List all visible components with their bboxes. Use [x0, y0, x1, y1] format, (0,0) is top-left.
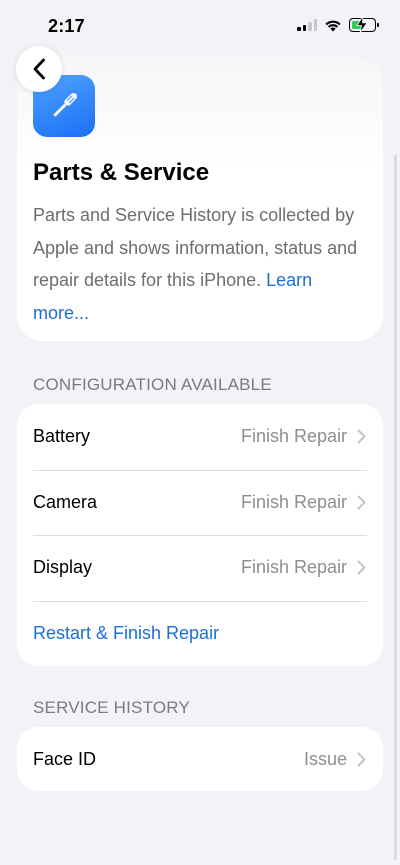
- page-description: Parts and Service History is collected b…: [33, 199, 369, 329]
- row-camera[interactable]: Camera Finish Repair: [17, 469, 383, 536]
- back-chevron-icon: [33, 58, 45, 80]
- back-button[interactable]: [16, 46, 62, 92]
- row-display[interactable]: Display Finish Repair: [17, 535, 383, 601]
- scroll-indicator[interactable]: [394, 155, 397, 860]
- chevron-right-icon: [357, 751, 367, 767]
- section-header-service-history: SERVICE HISTORY: [33, 698, 190, 717]
- header-card: Parts & Service Parts and Service Histor…: [17, 57, 383, 341]
- restart-finish-repair-button[interactable]: Restart & Finish Repair: [17, 600, 383, 667]
- service-history-group: Face ID Issue: [17, 727, 383, 791]
- restart-finish-repair-label: Restart & Finish Repair: [33, 622, 220, 643]
- chevron-right-icon: [357, 494, 367, 510]
- section-header-configuration: CONFIGURATION AVAILABLE: [33, 375, 272, 394]
- row-value: Finish Repair: [240, 557, 347, 578]
- row-value: Issue: [303, 748, 347, 769]
- row-label: Battery: [33, 426, 91, 447]
- status-bar: 2:17: [0, 0, 400, 54]
- chevron-right-icon: [357, 429, 367, 445]
- battery-charging-icon: [349, 16, 379, 33]
- row-label: Display: [33, 557, 93, 578]
- page-title: Parts & Service: [33, 159, 210, 186]
- row-value: Finish Repair: [240, 426, 347, 447]
- configuration-group: Battery Finish Repair Camera Finish Repa…: [17, 404, 383, 666]
- row-face-id[interactable]: Face ID Issue: [17, 727, 383, 791]
- chevron-right-icon: [357, 560, 367, 576]
- row-label: Camera: [33, 491, 98, 512]
- row-label: Face ID: [33, 748, 97, 769]
- status-time: 2:17: [48, 16, 85, 36]
- cellular-signal-icon: [297, 19, 317, 31]
- row-battery[interactable]: Battery Finish Repair: [17, 404, 383, 470]
- status-icons: [297, 16, 379, 33]
- wifi-icon: [325, 20, 341, 31]
- row-value: Finish Repair: [240, 491, 347, 512]
